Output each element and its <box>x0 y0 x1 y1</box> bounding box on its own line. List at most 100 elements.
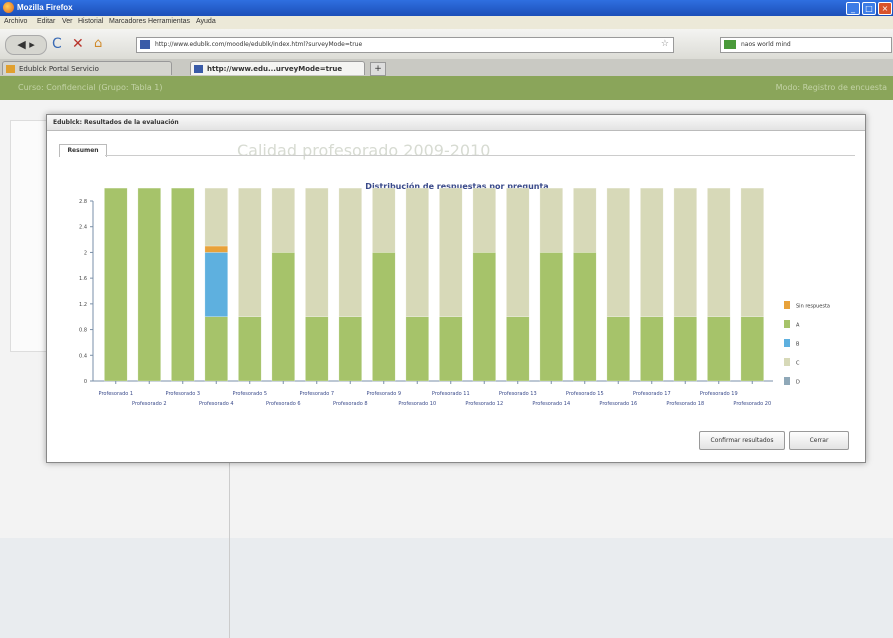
back-button[interactable]: ◀ ▸ <box>5 35 47 55</box>
bar-segment-a-14 <box>539 252 563 382</box>
legend-label: D <box>796 380 800 386</box>
menu-item-editar[interactable]: Editar <box>37 18 55 25</box>
maximize-button[interactable]: □ <box>862 2 876 15</box>
background-survey-title: Calidad profesorado 2009-2010 <box>237 141 491 160</box>
bar-segment-c-20 <box>740 187 764 317</box>
tab-favicon-icon <box>6 65 15 73</box>
menu-item-archivo[interactable]: Archivo <box>4 18 27 25</box>
bar-segment-a-11 <box>439 316 463 382</box>
tab-label: Edublck Portal Servicio <box>19 65 99 73</box>
legend-swatch-sin-respuesta <box>784 301 790 309</box>
tab-portal[interactable]: Edublck Portal Servicio <box>2 61 172 75</box>
bar-segment-c-9 <box>372 187 396 253</box>
dialog-title: Edublck: Resultados de la evaluación <box>53 119 179 126</box>
x-tick-label: Profesorado 13 <box>499 391 537 397</box>
x-tick-label: Profesorado 4 <box>199 401 234 407</box>
bar-segment-a-10 <box>405 316 429 382</box>
home-icon[interactable]: ⌂ <box>94 36 102 51</box>
bar-segment-c-18 <box>673 187 697 317</box>
menu-item-ver[interactable]: Ver <box>62 18 73 25</box>
bar-segment-c-12 <box>472 187 496 253</box>
x-tick-label: Profesorado 3 <box>166 391 201 397</box>
legend-swatch-a <box>784 320 790 328</box>
bar-segment-sin-respuesta-4 <box>204 245 228 253</box>
firefox-logo-icon <box>3 2 14 13</box>
y-tick-label: 1.6 <box>79 276 87 282</box>
window-title: Mozilla Firefox <box>17 3 73 12</box>
bar-segment-c-16 <box>606 187 630 317</box>
tab-strip: Edublck Portal Servicio http://www.edu..… <box>0 59 893 76</box>
legend-label: A <box>796 323 800 329</box>
new-tab-button[interactable]: + <box>370 62 386 76</box>
bar-segment-b-4 <box>204 252 228 317</box>
bar-segment-c-14 <box>539 187 563 253</box>
menu-item-ayuda[interactable]: Ayuda <box>196 18 216 25</box>
url-text: http://www.edublk.com/moodle/edublk/inde… <box>155 41 363 48</box>
bookmark-star-icon[interactable]: ☆ <box>661 39 669 49</box>
menu-item-historial[interactable]: Historial <box>78 18 103 25</box>
menu-item-marcadores[interactable]: Marcadores <box>109 18 146 25</box>
x-tick-label: Profesorado 6 <box>266 401 301 407</box>
bar-segment-c-13 <box>506 187 530 317</box>
tab-survey[interactable]: http://www.edu...urveyMode=true <box>190 61 365 75</box>
x-tick-label: Profesorado 8 <box>333 401 368 407</box>
x-tick-label: Profesorado 2 <box>132 401 167 407</box>
x-tick-label: Profesorado 10 <box>398 401 436 407</box>
tab-underline <box>105 155 855 156</box>
x-tick-label: Profesorado 17 <box>633 391 671 397</box>
divider <box>229 450 230 638</box>
x-tick-label: Profesorado 12 <box>465 401 503 407</box>
x-tick-label: Profesorado 18 <box>666 401 704 407</box>
bar-segment-a-4 <box>204 316 228 382</box>
bar-segment-c-4 <box>204 187 228 247</box>
search-bar[interactable]: naos world mind <box>720 37 892 53</box>
confirm-results-button[interactable]: Confirmar resultados <box>699 431 785 450</box>
y-tick-label: 0 <box>84 379 87 385</box>
bar-segment-a-1 <box>104 187 128 382</box>
legend-swatch-d <box>784 377 790 385</box>
bar-segment-a-13 <box>506 316 530 382</box>
legend-label: Sin respuesta <box>796 304 830 310</box>
bar-segment-a-15 <box>573 252 597 382</box>
x-tick-label: Profesorado 20 <box>733 401 771 407</box>
search-engine-icon[interactable] <box>724 40 736 49</box>
x-tick-label: Profesorado 7 <box>300 391 335 397</box>
bar-segment-a-6 <box>271 252 295 382</box>
x-tick-label: Profesorado 16 <box>599 401 637 407</box>
tab-resumen[interactable]: Resumen <box>59 144 107 157</box>
stop-icon[interactable]: ✕ <box>72 36 84 52</box>
bar-segment-a-16 <box>606 316 630 382</box>
bar-segment-c-10 <box>405 187 429 317</box>
minimize-button[interactable]: _ <box>846 2 860 15</box>
y-tick-label: 0.4 <box>79 353 87 359</box>
y-tick-label: 2.8 <box>79 199 87 205</box>
legend-swatch-b <box>784 339 790 347</box>
bar-segment-c-8 <box>338 187 362 317</box>
bar-segment-a-8 <box>338 316 362 382</box>
navigation-toolbar: ◀ ▸ C ✕ ⌂ http://www.edublk.com/moodle/e… <box>0 29 893 59</box>
menu-item-herramientas[interactable]: Herramientas <box>148 18 190 25</box>
site-favicon-icon <box>140 40 150 49</box>
legend-swatch-c <box>784 358 790 366</box>
tab-label: http://www.edu...urveyMode=true <box>207 65 343 73</box>
y-tick-label: 2 <box>84 250 87 256</box>
course-label: Curso: Confidencial (Grupo: Tabla 1) <box>18 83 163 92</box>
site-header: Curso: Confidencial (Grupo: Tabla 1) Mod… <box>0 76 893 100</box>
y-tick-label: 2.4 <box>79 225 87 231</box>
bar-segment-c-15 <box>573 187 597 253</box>
x-tick-label: Profesorado 1 <box>99 391 134 397</box>
bar-segment-a-7 <box>305 316 329 382</box>
bar-segment-a-3 <box>171 187 195 382</box>
tab-favicon-icon <box>194 65 203 73</box>
close-window-button[interactable]: × <box>878 2 892 15</box>
bar-segment-a-5 <box>238 316 262 382</box>
search-text: naos world mind <box>741 41 791 48</box>
dialog-titlebar: Edublck: Resultados de la evaluación <box>47 115 865 131</box>
close-button[interactable]: Cerrar <box>789 431 849 450</box>
reload-icon[interactable]: C <box>52 36 62 52</box>
x-tick-label: Profesorado 11 <box>432 391 470 397</box>
x-tick-label: Profesorado 14 <box>532 401 570 407</box>
x-tick-label: Profesorado 15 <box>566 391 604 397</box>
x-tick-label: Profesorado 5 <box>233 391 268 397</box>
url-bar[interactable]: http://www.edublk.com/moodle/edublk/inde… <box>136 37 674 53</box>
